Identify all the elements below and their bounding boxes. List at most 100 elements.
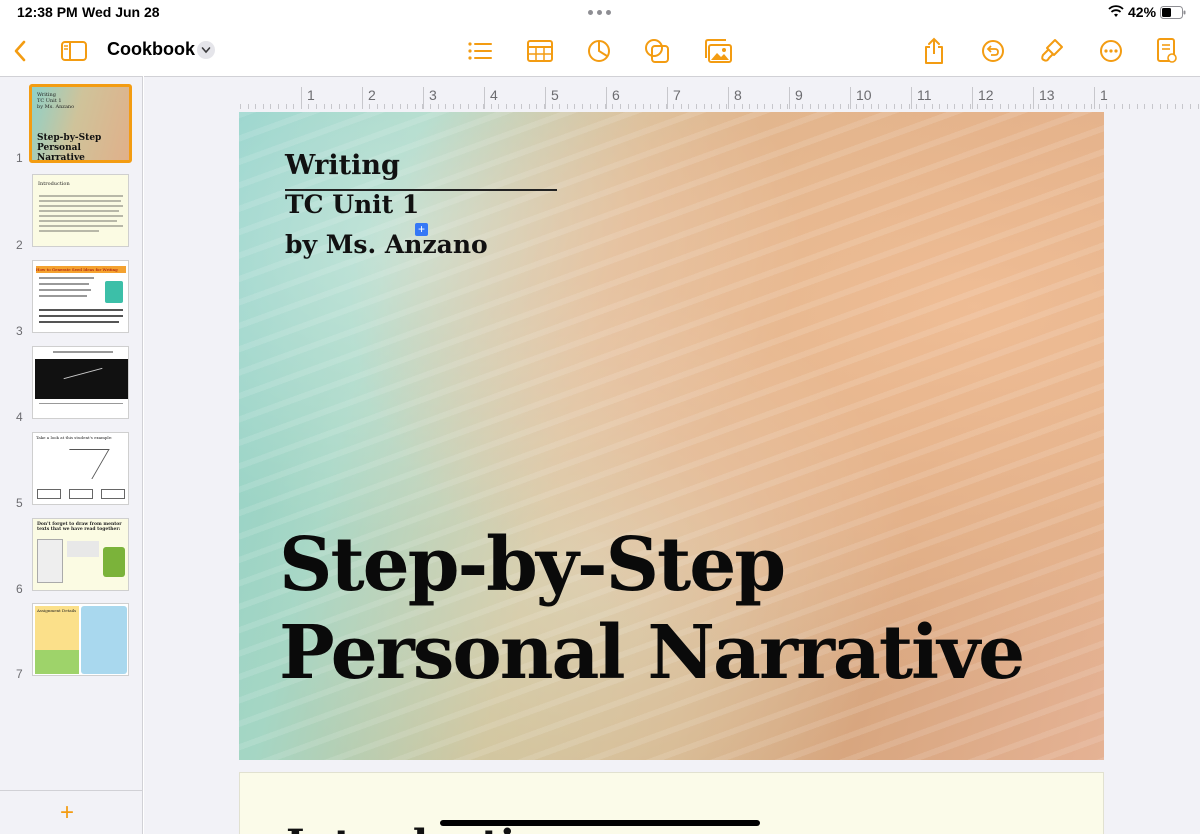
ruler[interactable]: 1 2 3 4 5 6 7 8 9 10 11 12 13 1 [144,77,1200,110]
ruler-minor-tick [992,104,993,109]
multitasking-dots-icon[interactable] [588,10,612,15]
ruler-minor-tick [886,104,887,109]
ruler-minor-tick [1099,104,1100,109]
ruler-minor-tick [635,104,636,109]
ruler-label: 5 [551,87,559,103]
ruler-minor-tick [696,104,697,109]
ruler-minor-tick [506,104,507,109]
sidebar-toggle-button[interactable] [60,37,88,65]
ruler-label: 2 [368,87,376,103]
ruler-minor-tick [1091,104,1092,109]
ruler-minor-tick [453,104,454,109]
more-button[interactable] [1097,37,1125,65]
slide-number: 1 [16,151,23,165]
ruler-minor-tick [1152,104,1153,109]
slide-preview-heading: Writing TC Unit 1 by Ms. Anzano [37,92,75,110]
text-style-button[interactable] [466,37,494,65]
ruler-minor-tick [248,104,249,109]
ruler-minor-tick [848,104,849,109]
insert-chart-button[interactable] [585,37,613,65]
ruler-minor-tick [286,104,287,109]
shapes-icon [645,39,669,63]
document-canvas[interactable]: 1 2 3 4 5 6 7 8 9 10 11 12 13 1 Writing TC Unit 1 by … [144,76,1200,834]
insert-shape-button[interactable] [643,37,671,65]
slide-number: 6 [16,582,23,596]
ruler-minor-tick [255,104,256,109]
ruler-minor-tick [377,104,378,109]
toolbar: Cookbook [0,26,1200,74]
ruler-minor-tick [590,104,591,109]
ruler-minor-tick [954,104,955,109]
cover-title-line-2[interactable]: Personal Narrative [279,610,1025,696]
ruler-minor-tick [567,104,568,109]
slide-thumbnail-1[interactable]: Writing TC Unit 1 by Ms. Anzano Step-by-… [0,84,143,167]
slide-number: 5 [16,496,23,510]
insert-table-button[interactable] [526,37,554,65]
undo-icon [982,40,1004,62]
slide-preview: How to Generate Seed Ideas for Writing [32,260,129,333]
slide-thumbnail-5[interactable]: Take a look at this student's example: 5 [0,432,143,512]
undo-button[interactable] [979,37,1007,65]
slide-thumbnail-7[interactable]: Assignment Details 7 [0,603,143,683]
back-button[interactable] [6,37,34,65]
cover-subject[interactable]: Writing [285,150,400,181]
slide-thumbnail-4[interactable]: 4 [0,346,143,426]
battery-percentage: 42% [1128,4,1157,20]
ruler-minor-tick [263,104,264,109]
cover-title-line-1[interactable]: Step-by-Step [279,522,786,608]
slide-thumbnail-2[interactable]: Introduction 2 [0,174,143,254]
ruler-label: 13 [1039,87,1055,103]
pie-chart-icon [588,40,610,62]
ruler-minor-tick [278,104,279,109]
ruler-minor-tick [704,104,705,109]
slide-thumbnail-6[interactable]: Don't forget to draw from mentor texts t… [0,518,143,598]
ruler-minor-tick [932,104,933,109]
ruler-minor-tick [1038,104,1039,109]
ruler-minor-tick [1198,104,1199,109]
ruler-minor-tick [856,104,857,109]
add-page-button[interactable]: + [60,799,74,827]
ruler-minor-tick [460,104,461,109]
ruler-minor-tick [362,104,363,109]
ruler-minor-tick [1053,104,1054,109]
ruler-minor-tick [1106,104,1107,109]
ruler-minor-tick [605,104,606,109]
ruler-minor-tick [1008,104,1009,109]
ruler-tick [484,87,485,109]
slide-number: 7 [16,667,23,681]
format-button[interactable] [1038,37,1066,65]
ruler-tick [1094,87,1095,109]
ruler-minor-tick [544,104,545,109]
photo-icon [705,39,732,63]
ruler-tick [545,87,546,109]
ruler-minor-tick [825,104,826,109]
document-settings-icon [1157,38,1177,63]
ruler-minor-tick [719,104,720,109]
slide-preview [32,346,129,419]
ruler-minor-tick [1068,104,1069,109]
title-menu-button[interactable] [197,41,215,59]
ruler-minor-tick [1129,104,1130,109]
ruler-minor-tick [407,104,408,109]
ruler-minor-tick [681,104,682,109]
ruler-minor-tick [772,104,773,109]
share-button[interactable] [920,37,948,65]
status-bar: 12:38 PM Wed Jun 28 42% [0,0,1200,24]
home-indicator[interactable] [440,820,760,826]
ruler-minor-tick [240,104,241,109]
slide-thumbnail-3[interactable]: How to Generate Seed Ideas for Writing 3 [0,260,143,340]
document-title[interactable]: Cookbook [107,39,195,60]
ruler-minor-tick [483,104,484,109]
cover-author[interactable]: by Ms. Anzano [285,230,488,259]
page-1[interactable]: Writing TC Unit 1 by Ms. Anzano + Step-b… [239,112,1104,760]
ruler-label: 4 [490,87,498,103]
ruler-minor-tick [833,104,834,109]
ruler-minor-tick [871,104,872,109]
ruler-label: 10 [856,87,872,103]
cover-unit[interactable]: TC Unit 1 [285,190,419,219]
document-options-button[interactable] [1153,37,1181,65]
ruler-minor-tick [802,104,803,109]
add-object-handle[interactable]: + [415,223,428,236]
insert-media-button[interactable] [704,37,732,65]
ruler-tick [850,87,851,109]
